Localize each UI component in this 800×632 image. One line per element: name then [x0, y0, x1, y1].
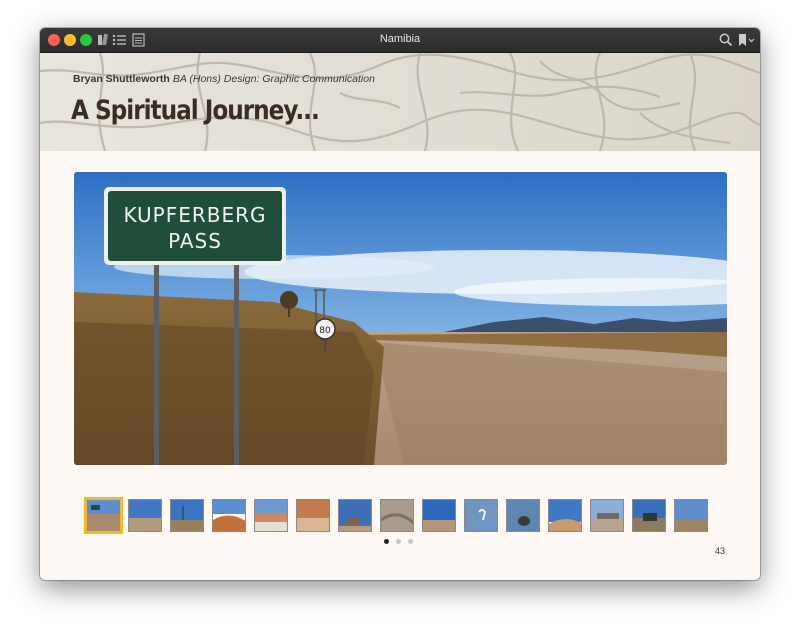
thumbnail-5[interactable]: [254, 499, 288, 532]
sign-line-2: PASS: [168, 229, 222, 253]
author-name: Bryan Shuttleworth: [73, 73, 170, 85]
thumbnail-9[interactable]: [422, 499, 456, 532]
page-dot-1[interactable]: [384, 539, 389, 544]
thumbnail-11[interactable]: [506, 499, 540, 532]
thumbnail-12[interactable]: [548, 499, 582, 532]
thumbnail-4[interactable]: [212, 499, 246, 532]
thumbnail-7[interactable]: [338, 499, 372, 532]
window-title: Namibia: [379, 33, 421, 45]
thumbnail-10[interactable]: [464, 499, 498, 532]
title-bar: Namibia: [40, 28, 760, 53]
thumbnail-14[interactable]: [632, 499, 666, 532]
thumbnail-1[interactable]: [84, 497, 123, 534]
page-number: 43: [714, 546, 725, 556]
thumbnail-13[interactable]: [590, 499, 624, 532]
author-degree: BA (Hons) Design: Graphic Communication: [172, 73, 375, 85]
kupferberg-pass-photo: KUPFERBERG PASS 80: [74, 172, 727, 465]
speed-limit-sign: 80: [319, 326, 331, 336]
book-title: A Spiritual Journey...: [71, 95, 320, 126]
search-icon[interactable]: [718, 32, 734, 48]
thumbnail-8[interactable]: [380, 499, 414, 532]
thumbnail-strip: [84, 497, 724, 534]
thumbnail-6[interactable]: [296, 499, 330, 532]
bookmark-icon[interactable]: [736, 32, 755, 48]
thumbnail-2[interactable]: [128, 499, 162, 532]
thumbnail-15[interactable]: [674, 499, 708, 532]
page-dot-3[interactable]: [408, 539, 413, 544]
thumbnail-3[interactable]: [170, 499, 204, 532]
sign-line-1: KUPFERBERG: [123, 203, 266, 227]
page-dot-2[interactable]: [396, 539, 401, 544]
author-line: Bryan Shuttleworth BA (Hons) Design: Grap…: [73, 73, 375, 85]
main-photo[interactable]: KUPFERBERG PASS 80: [74, 172, 727, 465]
book-header: Bryan Shuttleworth BA (Hons) Design: Grap…: [40, 53, 760, 151]
app-window: Namibia Bryan Shuttleworth BA (Hons) Des…: [40, 28, 760, 580]
